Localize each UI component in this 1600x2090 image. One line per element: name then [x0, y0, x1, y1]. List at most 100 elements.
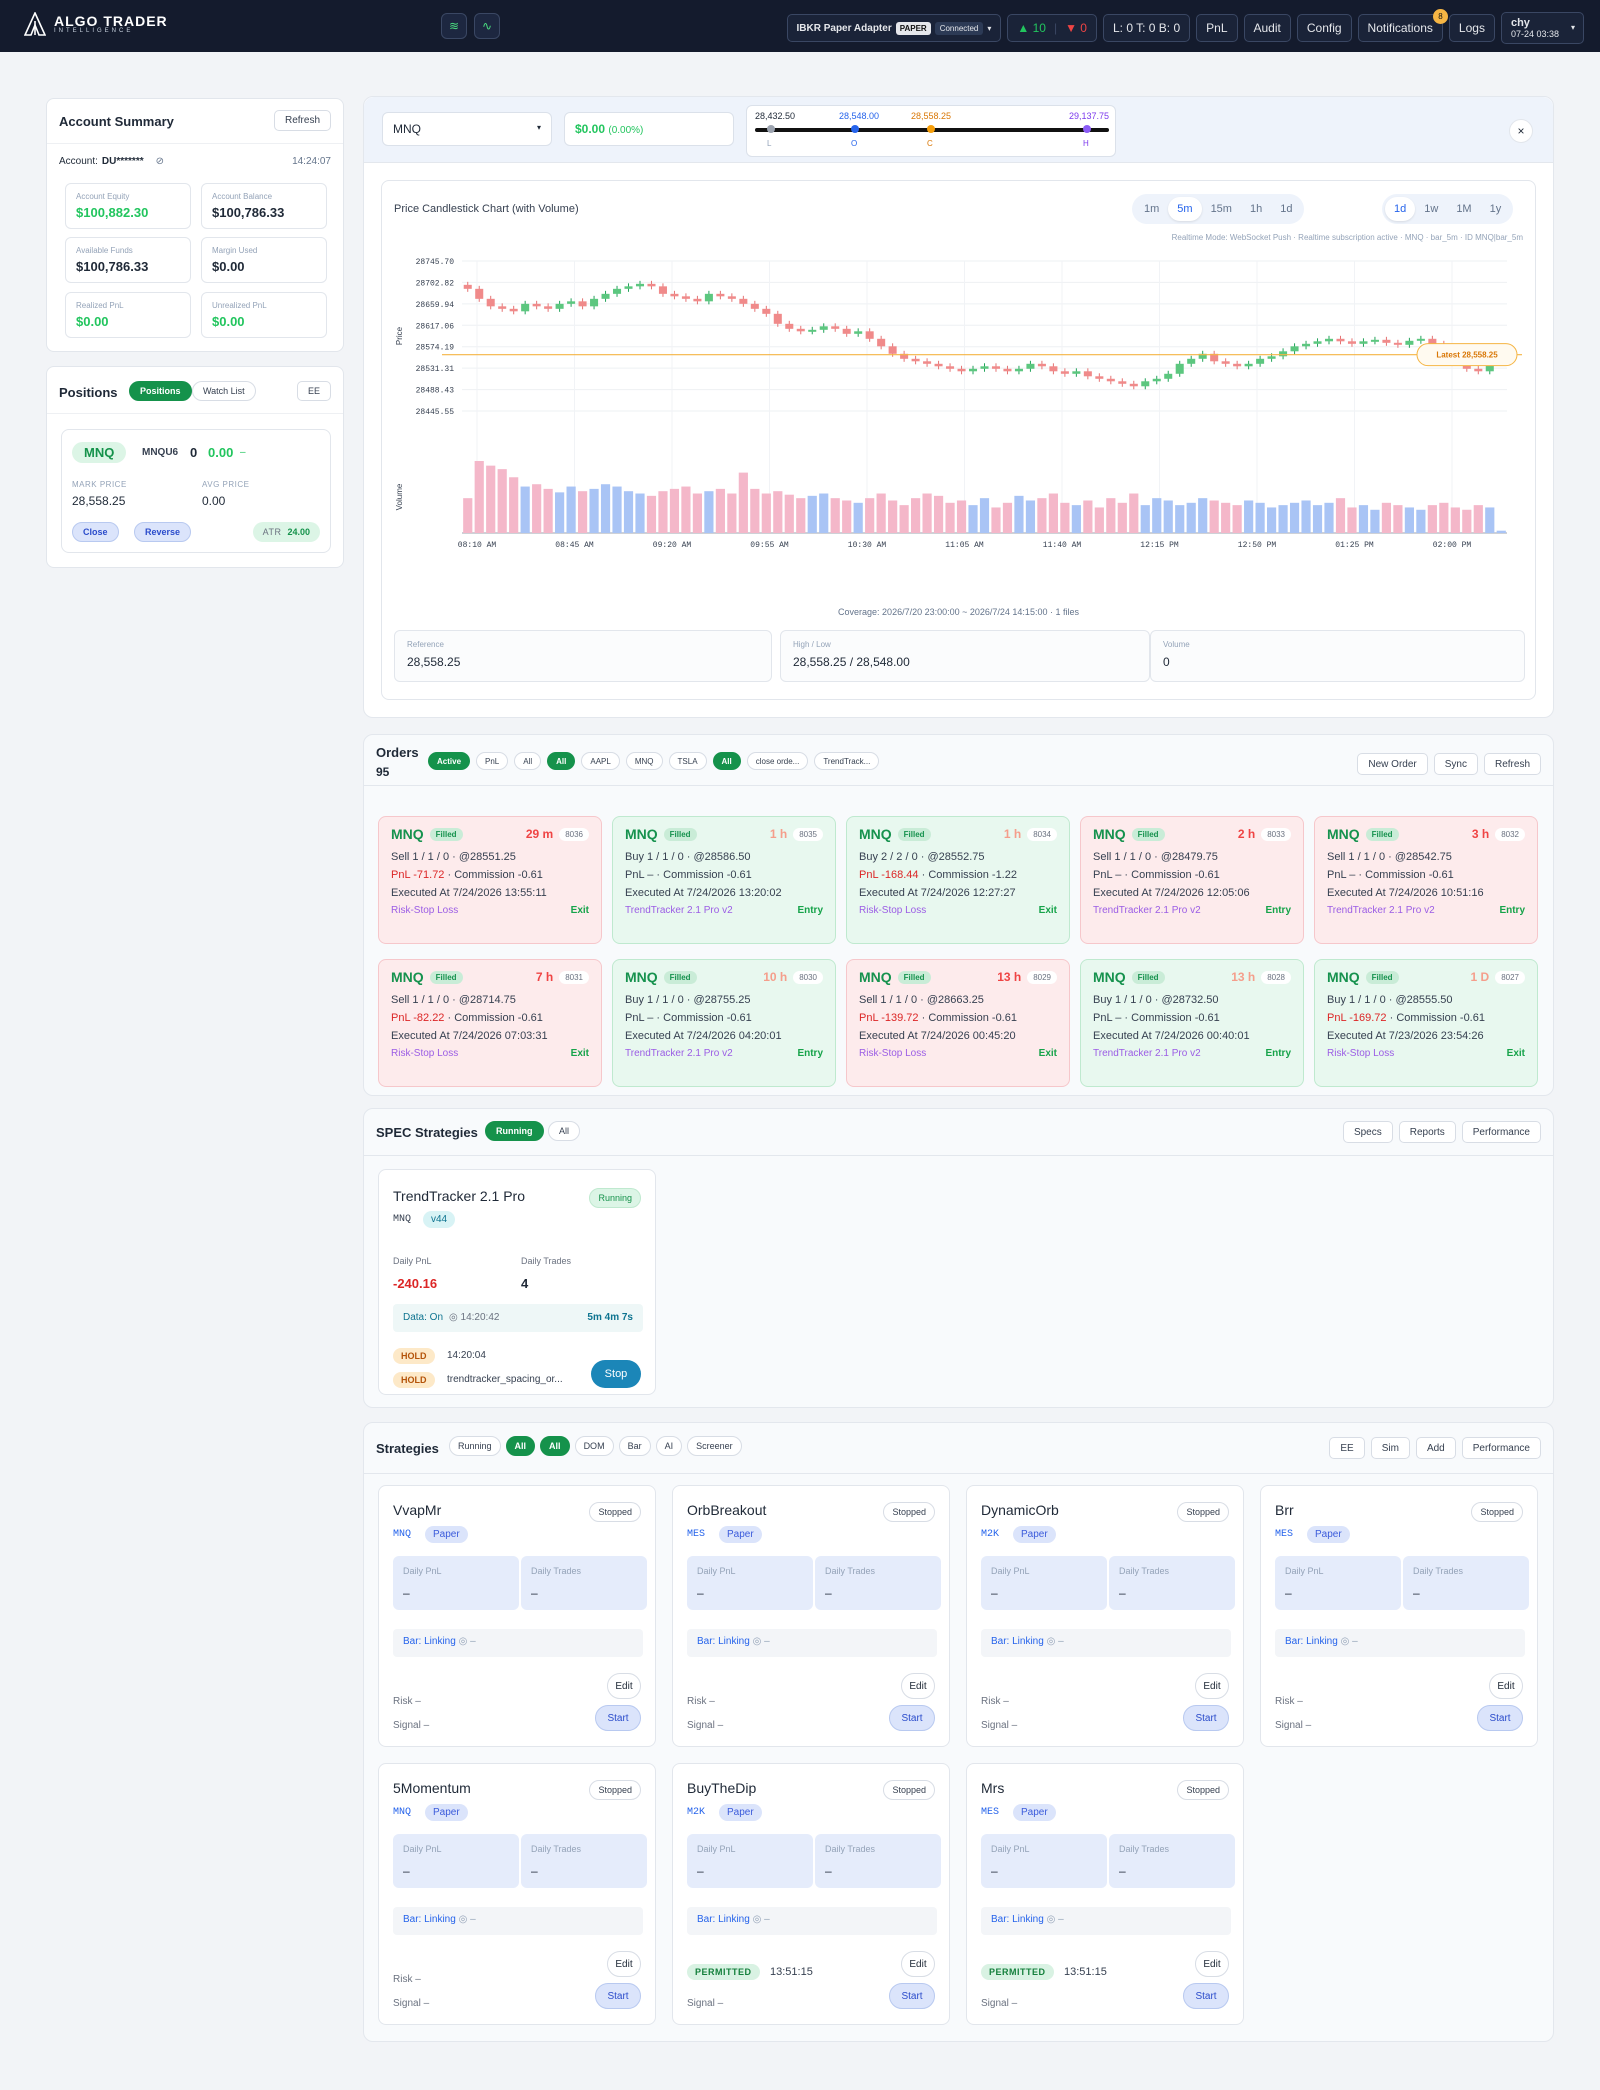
- candle[interactable]: [658, 286, 667, 294]
- candle[interactable]: [1313, 341, 1322, 344]
- candle[interactable]: [1382, 339, 1391, 343]
- tab-watch-list[interactable]: Watch List: [192, 381, 256, 401]
- candle[interactable]: [1324, 338, 1334, 342]
- order-source[interactable]: Risk-Stop Loss: [391, 905, 458, 916]
- strategy-card[interactable]: Mrs Stopped MES Paper Daily PnL – Daily Trades…: [966, 1763, 1244, 2025]
- candle[interactable]: [1095, 376, 1104, 379]
- candle[interactable]: [635, 283, 645, 287]
- layers-icon[interactable]: ≋: [441, 13, 467, 39]
- edit-button[interactable]: Edit: [901, 1673, 935, 1699]
- edit-button[interactable]: Edit: [607, 1673, 641, 1699]
- candle[interactable]: [624, 286, 633, 289]
- candle[interactable]: [1118, 381, 1127, 384]
- candle[interactable]: [647, 283, 656, 287]
- tf-1m[interactable]: 1m: [1135, 197, 1168, 221]
- candle[interactable]: [1083, 371, 1092, 377]
- strategy-filter-6[interactable]: Screener: [687, 1436, 742, 1456]
- strategy-filter-3[interactable]: DOM: [574, 1436, 614, 1456]
- account-refresh-button[interactable]: Refresh: [273, 110, 331, 131]
- edit-button[interactable]: Edit: [1195, 1951, 1229, 1977]
- candle[interactable]: [762, 308, 771, 314]
- order-source[interactable]: TrendTracker 2.1 Pro v2: [625, 1048, 733, 1059]
- candle[interactable]: [934, 363, 943, 367]
- candle[interactable]: [785, 323, 794, 329]
- candle[interactable]: [509, 308, 518, 312]
- pnl-button[interactable]: PnL: [1196, 14, 1238, 42]
- candle[interactable]: [957, 368, 966, 372]
- candle[interactable]: [1003, 368, 1012, 372]
- sim-button[interactable]: Sim: [1370, 1437, 1410, 1459]
- candle[interactable]: [555, 303, 564, 309]
- candle[interactable]: [1279, 351, 1288, 357]
- candle[interactable]: [1037, 363, 1046, 367]
- candle[interactable]: [1256, 358, 1265, 364]
- order-card[interactable]: MNQ Filled 3 h 8032 Sell 1 / 1 / 0 · @28542.…: [1314, 816, 1538, 944]
- order-card[interactable]: MNQ Filled 1 h 8035 Buy 1 / 1 / 0 · @28586.5…: [612, 816, 836, 944]
- order-card[interactable]: MNQ Filled 1 h 8034 Buy 2 / 2 / 0 · @28552.7…: [846, 816, 1070, 944]
- user-menu[interactable]: chy 07-24 03:38 ▾: [1500, 12, 1584, 44]
- symbol-select[interactable]: MNQ ▾: [382, 112, 552, 146]
- order-filter-0[interactable]: Active: [428, 752, 471, 770]
- config-button[interactable]: Config: [1296, 14, 1352, 42]
- start-button[interactable]: Start: [1183, 1705, 1229, 1731]
- order-filter-1[interactable]: PnL: [476, 752, 509, 770]
- edit-button[interactable]: Edit: [1489, 1673, 1523, 1699]
- brand-logo[interactable]: ALGO TRADER INTELLIGENCE: [24, 12, 168, 36]
- spec-performance-button[interactable]: Performance: [1461, 1121, 1541, 1143]
- candle[interactable]: [991, 366, 1001, 369]
- orders-refresh-button[interactable]: Refresh: [1483, 753, 1541, 775]
- candle[interactable]: [567, 301, 576, 304]
- candle[interactable]: [773, 313, 782, 324]
- edit-button[interactable]: Edit: [607, 1951, 641, 1977]
- strategy-filter-0[interactable]: Running: [449, 1436, 501, 1456]
- candle[interactable]: [1233, 363, 1242, 367]
- strategy-card[interactable]: 5Momentum Stopped MNQ Paper Daily PnL – Daily …: [378, 1763, 656, 2025]
- range-1d[interactable]: 1d: [1385, 197, 1416, 221]
- candle[interactable]: [1359, 341, 1368, 344]
- candle[interactable]: [463, 284, 472, 289]
- eye-off-icon[interactable]: ⊘: [156, 156, 164, 167]
- candle[interactable]: [521, 303, 530, 312]
- order-filter-2[interactable]: All: [514, 752, 542, 770]
- candle[interactable]: [498, 306, 507, 309]
- stop-button[interactable]: Stop: [591, 1360, 641, 1388]
- candle[interactable]: [544, 306, 553, 309]
- start-button[interactable]: Start: [1477, 1705, 1523, 1731]
- strategy-card[interactable]: OrbBreakout Stopped MES Paper Daily PnL – Dail…: [672, 1485, 950, 1747]
- candle[interactable]: [1474, 368, 1483, 372]
- candle[interactable]: [865, 331, 874, 339]
- candle[interactable]: [854, 331, 863, 334]
- order-symbol-filter-3[interactable]: All: [712, 752, 741, 770]
- candle[interactable]: [819, 326, 828, 330]
- candle[interactable]: [601, 293, 610, 299]
- candle[interactable]: [1060, 371, 1069, 374]
- candle[interactable]: [1164, 373, 1173, 379]
- order-card[interactable]: MNQ Filled 13 h 8028 Buy 1 / 1 / 0 · @28732.…: [1080, 959, 1304, 1087]
- candle[interactable]: [578, 301, 587, 307]
- range-1w[interactable]: 1w: [1415, 197, 1447, 221]
- candle[interactable]: [727, 296, 736, 299]
- spec-strategy-card[interactable]: TrendTracker 2.1 Pro Running MNQ v44 Dai…: [378, 1169, 656, 1395]
- candle[interactable]: [1302, 343, 1311, 347]
- candle[interactable]: [739, 298, 748, 304]
- order-symbol-filter-4[interactable]: close orde...: [746, 752, 809, 770]
- candlestick-chart[interactable]: 28745.70 28702.82 28659.94 28617.06 28574.19…: [382, 251, 1535, 571]
- candle[interactable]: [842, 328, 851, 334]
- candle[interactable]: [1370, 339, 1379, 342]
- strategy-filter-5[interactable]: AI: [655, 1436, 683, 1456]
- candle[interactable]: [532, 303, 541, 307]
- candle[interactable]: [1141, 381, 1150, 387]
- start-button[interactable]: Start: [889, 1705, 935, 1731]
- candle[interactable]: [486, 298, 495, 307]
- order-source[interactable]: TrendTracker 2.1 Pro v2: [1093, 1048, 1201, 1059]
- order-source[interactable]: Risk-Stop Loss: [859, 905, 926, 916]
- candle[interactable]: [716, 293, 725, 297]
- sync-button[interactable]: Sync: [1433, 753, 1478, 775]
- strategies-performance-button[interactable]: Performance: [1461, 1437, 1541, 1459]
- spec-filter-all[interactable]: All: [548, 1121, 581, 1141]
- candle[interactable]: [888, 346, 897, 354]
- candle[interactable]: [1290, 346, 1299, 352]
- candle[interactable]: [1175, 363, 1184, 374]
- candle[interactable]: [911, 358, 920, 362]
- adapter-select[interactable]: IBKR Paper Adapter PAPER Connected ▾: [786, 14, 1002, 42]
